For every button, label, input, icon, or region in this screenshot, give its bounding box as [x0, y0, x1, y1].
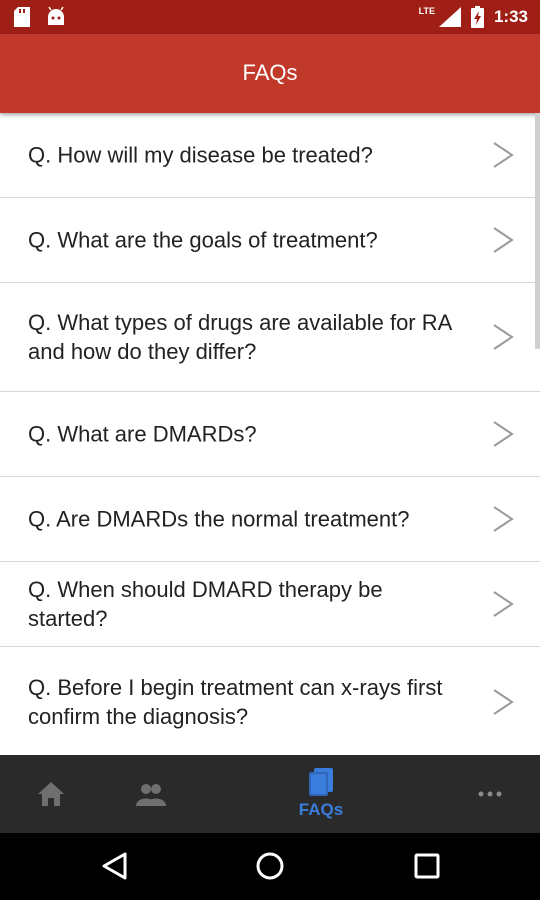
- chevron-right-icon: [493, 506, 514, 532]
- faq-question: Q. How will my disease be treated?: [28, 142, 373, 168]
- nav-item-faqs[interactable]: FAQs: [282, 755, 360, 833]
- recents-icon[interactable]: [413, 851, 441, 881]
- app-bar: FAQs: [0, 34, 540, 113]
- faq-list: Q. How will my disease be treated? Q. Wh…: [0, 113, 540, 755]
- chevron-right-icon: [493, 142, 514, 168]
- nav-item-people[interactable]: [120, 755, 182, 833]
- chevron-right-icon: [493, 688, 514, 715]
- chevron-right-icon: [493, 421, 514, 447]
- home-icon: [38, 782, 64, 806]
- book-icon: [309, 768, 333, 796]
- faq-question: Q. When should DMARD therapy be started?: [28, 577, 383, 631]
- faq-item[interactable]: Q. What are the goals of treatment?: [0, 198, 540, 283]
- chevron-right-icon: [493, 227, 514, 253]
- faq-question: Q. What types of drugs are available for…: [28, 310, 452, 364]
- nav-label-faqs: FAQs: [298, 800, 344, 819]
- faq-item[interactable]: Q. When should DMARD therapy be started?: [0, 562, 540, 647]
- network-label: LTE: [418, 6, 435, 16]
- page-title: FAQs: [242, 60, 298, 85]
- chevron-right-icon: [493, 324, 514, 350]
- back-icon[interactable]: [100, 851, 128, 881]
- faq-item[interactable]: Q. What are DMARDs?: [0, 392, 540, 477]
- faq-item[interactable]: Q. Are DMARDs the normal treatment?: [0, 477, 540, 562]
- system-nav-bar: [0, 833, 540, 900]
- nav-item-more[interactable]: [459, 755, 521, 833]
- faq-question: Q. Before I begin treatment can x-rays f…: [28, 674, 443, 729]
- faq-question: Q. What are the goals of treatment?: [28, 227, 378, 253]
- battery-charging-icon: [470, 6, 484, 28]
- signal-icon: [438, 7, 461, 27]
- nav-item-home[interactable]: [20, 755, 82, 833]
- sd-card-icon: [14, 7, 30, 27]
- faq-item[interactable]: Q. How will my disease be treated?: [0, 113, 540, 198]
- home-circle-icon[interactable]: [255, 851, 285, 881]
- android-icon: [48, 7, 64, 25]
- more-icon: [478, 791, 502, 797]
- faq-question: Q. Are DMARDs the normal treatment?: [28, 506, 410, 532]
- faq-item[interactable]: Q. What types of drugs are available for…: [0, 283, 540, 392]
- chevron-right-icon: [493, 591, 514, 617]
- people-icon: [136, 784, 166, 806]
- faq-item[interactable]: Q. Before I begin treatment can x-rays f…: [0, 647, 540, 755]
- status-bar: LTE 1:33: [0, 0, 540, 34]
- bottom-nav: FAQs: [0, 755, 540, 833]
- status-time: 1:33: [493, 7, 528, 26]
- faq-question: Q. What are DMARDs?: [28, 421, 257, 447]
- scrollbar[interactable]: [535, 113, 540, 349]
